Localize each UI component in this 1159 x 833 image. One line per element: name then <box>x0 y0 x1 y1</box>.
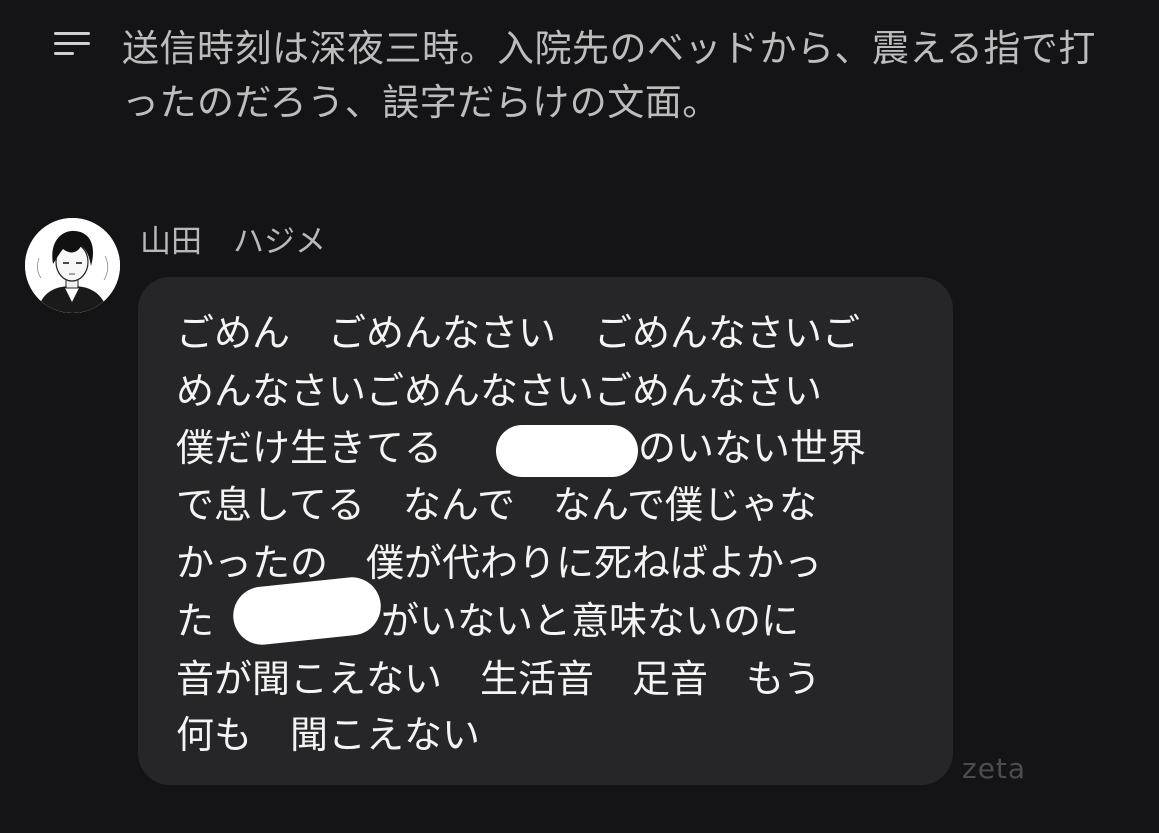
message-line: めんなさいごめんなさいごめんなさい <box>176 369 823 413</box>
sender-name: 山田 ハジメ <box>140 224 326 260</box>
message-line: 僕だけ生きてる <box>176 426 443 470</box>
message-line: た <box>176 599 215 643</box>
avatar[interactable] <box>25 218 120 313</box>
message-line: ごめん ごめんなさい ごめんなさいご <box>176 311 861 355</box>
narration-text: 送信時刻は深夜三時。入院先のベッドから、震える指で打ったのだろう、誤字だらけの文… <box>122 27 1096 124</box>
message-line: 何も 聞こえない <box>176 713 481 757</box>
menu-icon[interactable] <box>52 30 92 58</box>
message-line: 音が聞こえない 生活音 足音 もう <box>176 657 821 701</box>
message-line: で息してる なんで なんで僕じゃな <box>176 483 818 527</box>
message-line: のいない世界 <box>638 426 867 470</box>
message-line: かったの 僕が代わりに死ねばよかっ <box>176 541 823 585</box>
watermark-text: zeta <box>962 752 1027 785</box>
redaction-mark <box>496 425 638 477</box>
message-bubble: ごめん ごめんなさい ごめんなさいご めんなさいごめんなさいごめんなさい 僕だけ… <box>138 277 953 785</box>
message-line: がいないと意味ないのに <box>381 599 800 643</box>
avatar-image <box>25 218 120 313</box>
